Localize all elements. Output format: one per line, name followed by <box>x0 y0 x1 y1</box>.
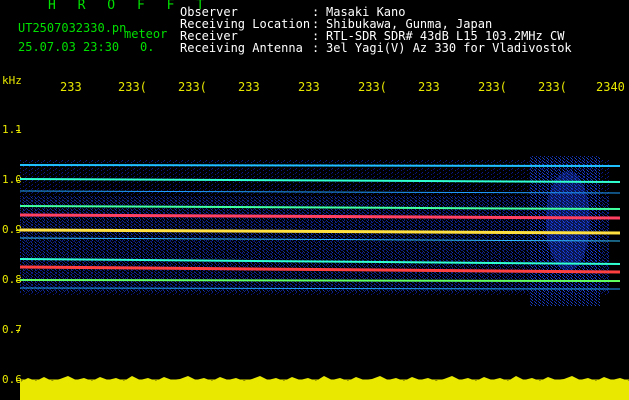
x-tick-label: 233( <box>358 80 387 94</box>
info-key-antenna: Receiving Antenna <box>180 41 303 55</box>
meteor-burst-glow <box>546 171 590 271</box>
x-tick-label: 2340 <box>596 80 625 94</box>
mode-label: meteor <box>124 27 168 41</box>
info-value-antenna: 3el Yagi(V) Az 330 for Vladivostok <box>326 41 572 55</box>
info-colon: : <box>312 41 320 55</box>
noise-band <box>20 196 610 292</box>
x-tick-label: 233 <box>238 80 260 94</box>
signal-line <box>20 164 621 167</box>
signal-line <box>20 279 621 282</box>
counter-label: 0. <box>140 40 155 54</box>
x-tick-label: 233 <box>298 80 320 94</box>
datetime-label: 25.07.03 23:30 <box>18 40 120 54</box>
x-tick-label: 233( <box>118 80 147 94</box>
x-tick-label: 233( <box>478 80 507 94</box>
x-tick-label: 233 <box>60 80 82 94</box>
x-tick-label: 233( <box>538 80 567 94</box>
x-tick-label: 233( <box>178 80 207 94</box>
x-tick-label: 233 <box>418 80 440 94</box>
spectrogram-display <box>20 156 629 400</box>
unit-label: kHz <box>2 74 22 87</box>
filename-label: UT2507032330.pn <box>18 21 127 35</box>
